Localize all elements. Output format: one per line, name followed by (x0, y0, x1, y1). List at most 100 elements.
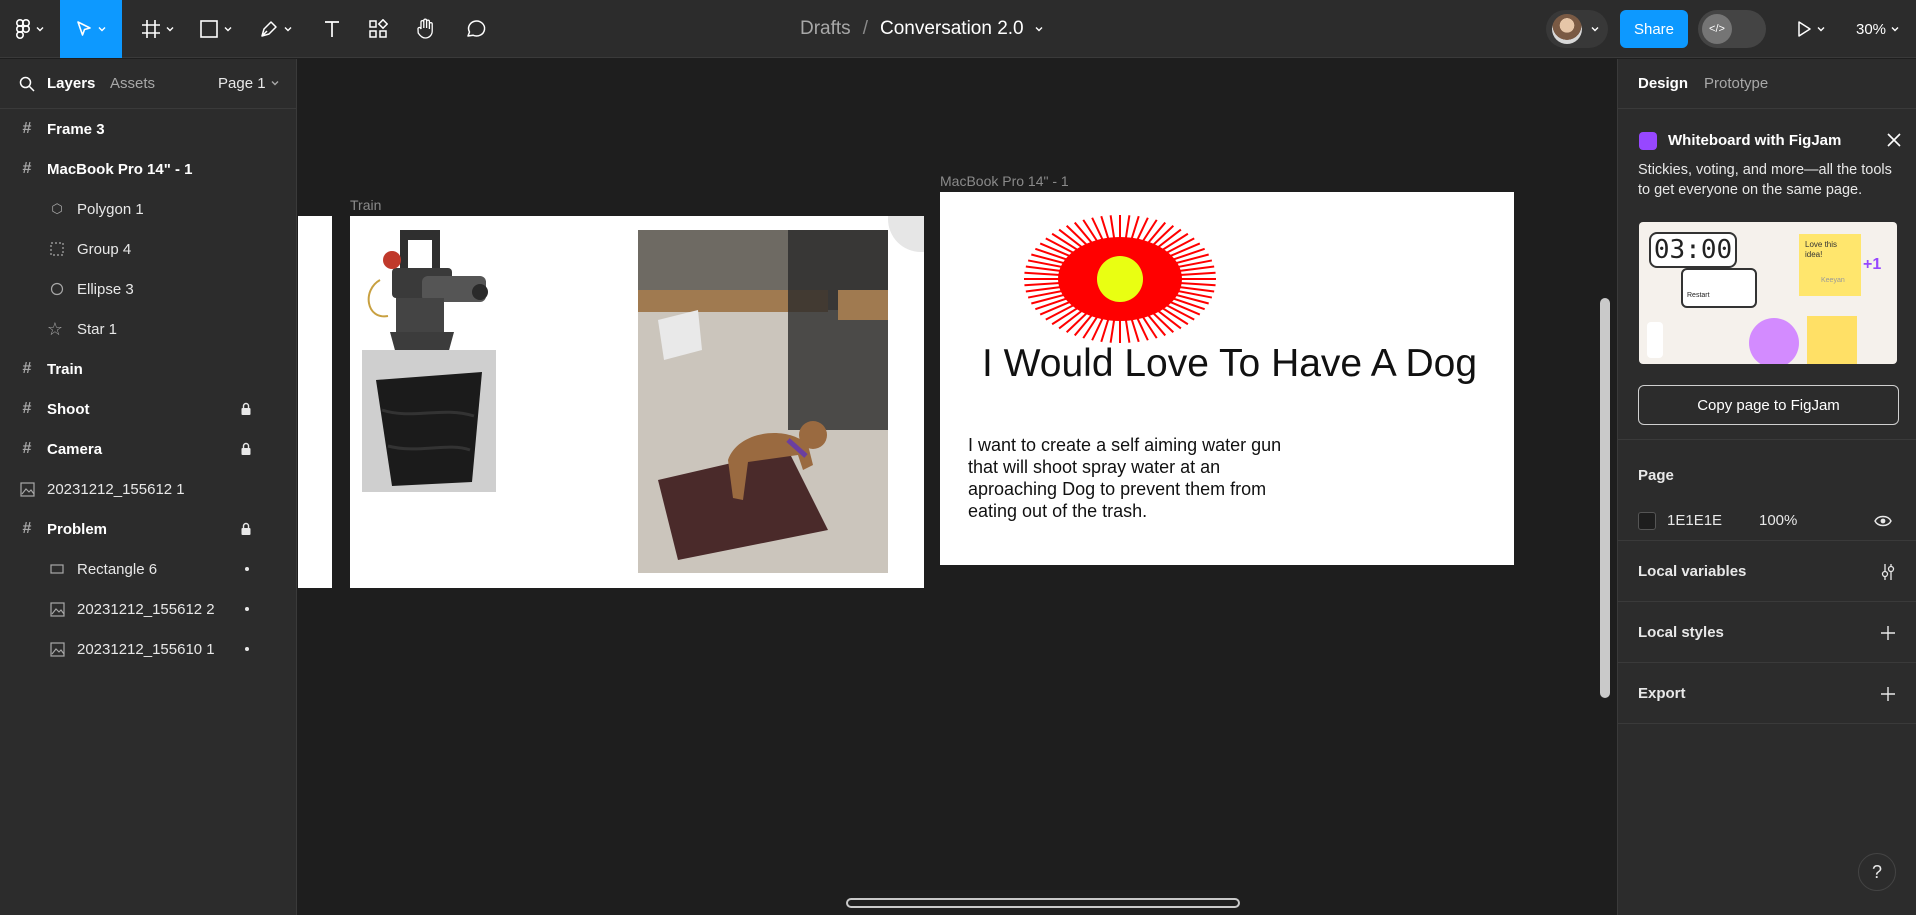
frame-icon: # (22, 160, 32, 177)
frame-icon: # (22, 400, 32, 417)
layer-row[interactable]: # Frame 3 (0, 109, 297, 149)
plus-icon[interactable] (1880, 686, 1896, 702)
right-panel-tabs: Design Prototype (1618, 59, 1916, 109)
local-styles-section[interactable]: Local styles (1618, 602, 1916, 663)
layer-row[interactable]: # Camera (0, 429, 297, 469)
tab-design[interactable]: Design (1638, 75, 1688, 92)
rectangle-icon (200, 20, 218, 38)
close-icon[interactable] (1886, 132, 1902, 148)
image-icon (48, 600, 66, 618)
star-shape (1024, 215, 1216, 343)
lock-icon[interactable] (240, 442, 252, 456)
left-panel-tabs: Layers Assets Page 1 (0, 59, 296, 109)
export-title: Export (1638, 685, 1686, 702)
lock-icon[interactable] (240, 522, 252, 536)
figjam-circle (1749, 318, 1799, 364)
copy-to-figjam-button[interactable]: Copy page to FigJam (1638, 385, 1899, 425)
frame-label-macbook[interactable]: MacBook Pro 14" - 1 (940, 173, 1069, 189)
layer-row[interactable]: Group 4 (0, 229, 297, 269)
page-opacity-value[interactable]: 100% (1759, 512, 1797, 529)
file-name[interactable]: Conversation 2.0 (880, 18, 1024, 40)
hand-tool-button[interactable] (408, 0, 444, 58)
layer-row[interactable]: 20231212_155612 1 (0, 469, 297, 509)
hand-icon (417, 18, 433, 39)
lock-icon[interactable] (240, 402, 252, 416)
plus-icon[interactable] (1880, 625, 1896, 641)
layer-row[interactable]: # MacBook Pro 14" - 1 (0, 149, 297, 189)
search-icon[interactable] (19, 76, 35, 92)
chevron-down-icon (1591, 27, 1599, 32)
layer-dot (245, 647, 249, 651)
layer-label: 20231212_155610 1 (77, 640, 215, 658)
figjam-promo: Whiteboard with FigJam Stickies, voting,… (1618, 110, 1916, 440)
play-icon (1798, 21, 1811, 37)
layer-label: 20231212_155612 2 (77, 600, 215, 618)
chevron-down-icon[interactable] (1034, 24, 1044, 34)
layer-row[interactable]: Ellipse 3 (0, 269, 297, 309)
frame-macbook[interactable]: I Would Love To Have A Dog I want to cre… (940, 192, 1514, 565)
layer-row[interactable]: Rectangle 6 (0, 549, 297, 589)
canvas[interactable]: Train MacBook Pro 14" - 1 I Would Love T… (298, 59, 1596, 915)
help-button[interactable]: ? (1858, 853, 1896, 891)
move-tool-button[interactable] (60, 0, 122, 58)
layer-row[interactable]: # Problem (0, 509, 297, 549)
star-icon: ☆ (46, 318, 64, 339)
export-section[interactable]: Export (1618, 663, 1916, 724)
figjam-sticky-author: Keeyan (1821, 277, 1845, 284)
share-button[interactable]: Share (1620, 10, 1688, 48)
pen-icon (261, 21, 277, 37)
layer-row[interactable]: # Shoot (0, 389, 297, 429)
horizontal-scrollbar[interactable] (846, 898, 1240, 908)
frame-partial[interactable] (298, 216, 335, 588)
chevron-down-icon (271, 81, 279, 86)
figjam-title: Whiteboard with FigJam (1668, 132, 1842, 149)
comment-tool-button[interactable] (458, 0, 494, 58)
zoom-menu[interactable]: 30% (1856, 0, 1900, 58)
layer-row[interactable]: ⬡ Polygon 1 (0, 189, 297, 229)
page-color-value[interactable]: 1E1E1E (1667, 512, 1722, 529)
page-color-swatch[interactable] (1638, 512, 1656, 530)
sliders-icon[interactable] (1880, 563, 1896, 581)
layer-label: Shoot (47, 400, 90, 418)
breadcrumb-drafts[interactable]: Drafts (800, 18, 851, 40)
frame-tool-button[interactable] (136, 0, 180, 58)
polygon-icon: ⬡ (51, 201, 63, 216)
layer-dot (245, 567, 249, 571)
eye-icon[interactable] (1874, 514, 1892, 528)
resources-tool-button[interactable] (360, 0, 396, 58)
main-menu-button[interactable] (8, 0, 52, 58)
frame-train[interactable] (350, 216, 924, 588)
figma-logo-icon (15, 19, 31, 39)
layer-row[interactable]: 20231212_155612 2 (0, 589, 297, 629)
layer-dot (245, 607, 249, 611)
pen-tool-button[interactable] (254, 0, 298, 58)
text-tool-button[interactable] (314, 0, 350, 58)
local-variables-section[interactable]: Local variables (1618, 541, 1916, 602)
figjam-widget: Restart (1681, 268, 1757, 308)
shape-tool-button[interactable] (194, 0, 238, 58)
figjam-restart: Restart (1687, 292, 1710, 299)
vertical-scrollbar[interactable] (1600, 298, 1610, 698)
layer-row[interactable]: # Train (0, 349, 297, 389)
frame-icon: # (22, 360, 32, 377)
page-background-row[interactable]: 1E1E1E 100% (1638, 506, 1908, 536)
figjam-icon (1639, 132, 1657, 150)
frame-icon: # (22, 120, 32, 137)
tab-layers[interactable]: Layers (47, 75, 95, 92)
dev-mode-toggle[interactable]: </> (1698, 10, 1766, 48)
frame-label-train[interactable]: Train (350, 197, 381, 213)
present-button[interactable] (1796, 0, 1826, 58)
tab-prototype[interactable]: Prototype (1704, 75, 1768, 92)
layer-row[interactable]: 20231212_155610 1 (0, 629, 297, 669)
comment-icon (467, 20, 486, 37)
top-toolbar: Drafts / Conversation 2.0 Share </> 30% (0, 0, 1916, 58)
file-title[interactable]: Drafts / Conversation 2.0 (800, 0, 1044, 58)
layer-row[interactable]: ☆ Star 1 (0, 309, 297, 349)
figjam-timer: 03:00 (1649, 232, 1737, 268)
page-selector[interactable]: Page 1 (218, 75, 280, 92)
tab-assets[interactable]: Assets (110, 75, 155, 92)
layer-label: Polygon 1 (77, 200, 144, 218)
layer-label: Rectangle 6 (77, 560, 158, 578)
user-menu[interactable] (1546, 10, 1608, 48)
page-section-title: Page (1638, 467, 1674, 484)
